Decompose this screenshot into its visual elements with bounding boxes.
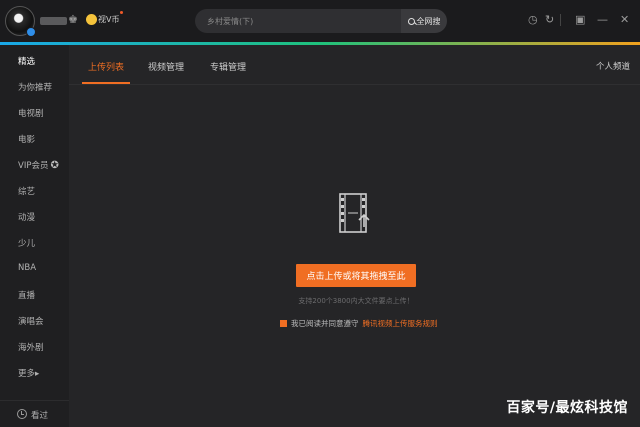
- active-tab-indicator: [82, 82, 130, 84]
- close-icon[interactable]: ✕: [620, 13, 629, 27]
- sidebar-item-featured[interactable]: 精选: [18, 55, 35, 67]
- agree-checkbox[interactable]: [280, 320, 287, 327]
- sidebar-item-tv-series[interactable]: 电视剧: [18, 107, 44, 119]
- notification-dot-icon: [120, 11, 123, 14]
- personal-channel-link[interactable]: 个人频道: [596, 60, 630, 72]
- username[interactable]: [40, 17, 67, 25]
- search-box[interactable]: [195, 9, 403, 33]
- user-crown-icon[interactable]: ♚: [68, 13, 78, 26]
- tab-video-management[interactable]: 视频管理: [148, 60, 184, 73]
- sidebar-item-overseas[interactable]: 海外剧: [18, 341, 44, 353]
- watermark: 百家号/最炫科技馆: [506, 400, 628, 416]
- search-button-label: 全网搜: [416, 16, 441, 26]
- sidebar-item-nba[interactable]: NBA: [18, 263, 36, 273]
- agree-text: 我已阅读并同意遵守: [291, 319, 359, 328]
- search-icon: [407, 17, 415, 25]
- sidebar-item-anime[interactable]: 动漫: [18, 211, 35, 223]
- history-icon[interactable]: ◷: [528, 13, 538, 27]
- refresh-icon[interactable]: ↻: [545, 13, 554, 27]
- watched-history-icon[interactable]: [17, 409, 27, 419]
- service-rules-link[interactable]: 腾讯视频上传服务规则: [363, 318, 438, 329]
- film-upload-icon: [339, 193, 370, 233]
- sidebar-item-vip-label: VIP会员: [18, 161, 49, 171]
- tabs-bar: 上传列表 视频管理 专辑管理 个人频道: [69, 45, 640, 85]
- minimize-icon[interactable]: —: [597, 13, 608, 27]
- search-button[interactable]: 全网搜: [401, 9, 447, 33]
- sidebar-item-recommended[interactable]: 为你推荐: [18, 81, 52, 93]
- coin-icon[interactable]: [86, 14, 97, 25]
- tab-album-management[interactable]: 专辑管理: [210, 60, 246, 73]
- coin-label[interactable]: 视V币: [98, 14, 119, 25]
- upload-hint-text: 支持200个3800内大文件要点上传！: [298, 297, 414, 305]
- sidebar-divider: [0, 400, 69, 401]
- title-bar: ♚ 视V币 全网搜 ◷ ↻ ▣ — ✕: [0, 0, 640, 42]
- search-input[interactable]: [207, 16, 391, 26]
- sidebar-item-more[interactable]: 更多▸: [18, 367, 39, 379]
- star-icon: ✪: [50, 160, 59, 171]
- titlebar-divider: [560, 14, 561, 26]
- sidebar-item-variety[interactable]: 综艺: [18, 185, 35, 197]
- sidebar-item-vip[interactable]: VIP会员 ✪: [18, 159, 59, 171]
- avatar-badge-icon: [26, 27, 36, 37]
- agreement-row: 我已阅读并同意遵守 腾讯视频上传服务规则: [280, 318, 438, 329]
- upload-button[interactable]: 点击上传或将其拖拽至此: [296, 264, 416, 287]
- miniplayer-icon[interactable]: ▣: [575, 13, 585, 27]
- sidebar-item-movies[interactable]: 电影: [18, 133, 35, 145]
- sidebar-item-kids[interactable]: 少儿: [18, 237, 35, 249]
- tab-upload-list[interactable]: 上传列表: [88, 60, 124, 73]
- sidebar: 精选 为你推荐 电视剧 电影 VIP会员 ✪ 综艺 动漫 少儿 NBA 直播 演唱…: [0, 45, 69, 427]
- sidebar-item-concert[interactable]: 演唱会: [18, 315, 44, 327]
- watched-history-label[interactable]: 看过: [31, 409, 48, 421]
